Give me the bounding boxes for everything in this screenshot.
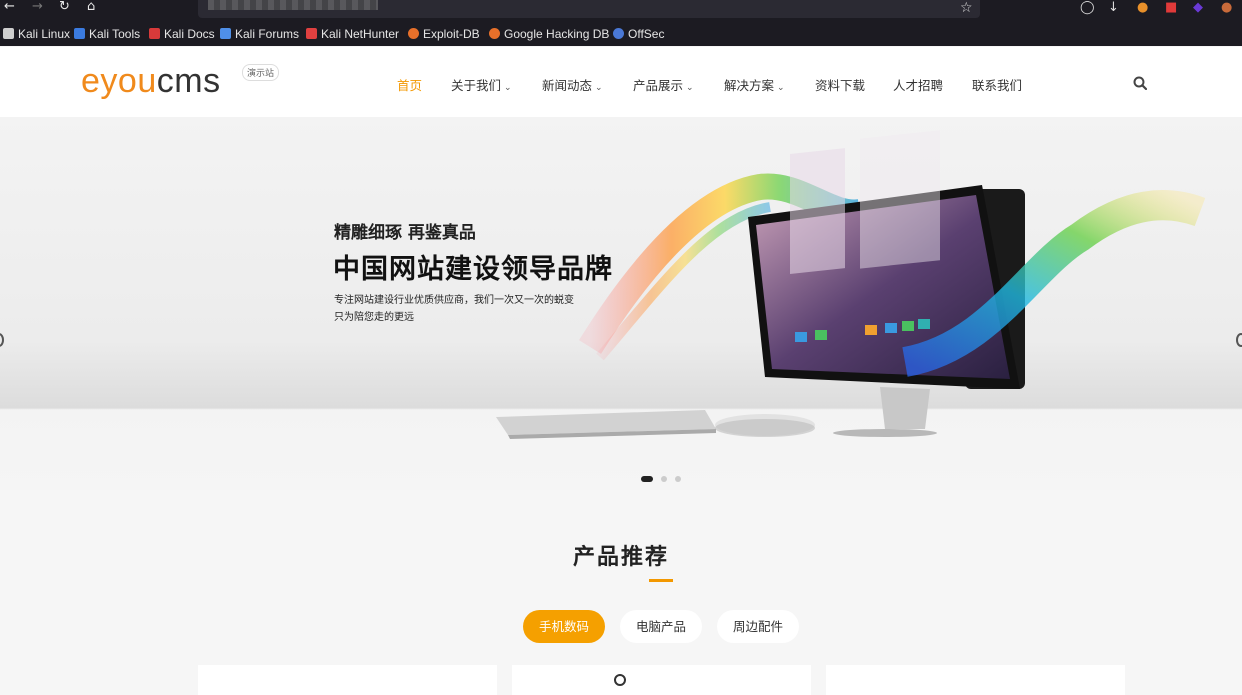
kali-dragon-icon (3, 28, 14, 39)
nav-item-products[interactable]: 产品展示 ⌄ (633, 75, 694, 94)
tab-mobile-digital[interactable]: 手机数码 (523, 610, 605, 643)
product-card[interactable] (826, 665, 1125, 695)
site-header: eyoucms 演示站 首页 关于我们 ⌄ 新闻动态 ⌄ 产品展示 ⌄ 解决方案 ⌄ 资… (0, 47, 1242, 117)
extension-icon[interactable]: ■ (1165, 0, 1177, 15)
slider-dot-2[interactable] (661, 476, 667, 482)
bookmark-kali-forums[interactable]: Kali Forums (220, 27, 299, 41)
reload-icon[interactable]: ↻ (59, 0, 70, 14)
tab-computer-products[interactable]: 电脑产品 (620, 610, 702, 643)
offsec-icon (613, 28, 624, 39)
hero-description: 专注网站建设行业优质供应商，我们一次又一次的蜕变 只为陪您走的更远 (334, 292, 574, 326)
logo-e: e (81, 62, 101, 100)
nav-item-home[interactable]: 首页 (397, 75, 422, 94)
forward-icon[interactable]: → (32, 0, 43, 14)
tab-accessories[interactable]: 周边配件 (717, 610, 799, 643)
firefox-account-icon[interactable]: ● (1137, 0, 1148, 15)
home-icon[interactable]: ⌂ (87, 0, 95, 14)
bookmark-label: Kali Docs (164, 27, 215, 41)
bookmark-kali-docs[interactable]: Kali Docs (149, 27, 215, 41)
pocket-icon[interactable]: ◯ (1080, 0, 1095, 15)
chevron-down-icon: ⌄ (595, 83, 603, 93)
search-icon (614, 674, 626, 686)
extension-purple-icon[interactable]: ◆ (1193, 0, 1203, 15)
nav-item-solutions[interactable]: 解决方案 ⌄ (724, 75, 785, 94)
hero-subtitle: 精雕细琢 再鉴真品 (334, 223, 476, 243)
logo-you: you (100, 62, 157, 100)
chevron-down-icon: ⌄ (686, 83, 694, 93)
bookmark-label: Kali Linux (18, 27, 71, 41)
slider-dot-1[interactable] (641, 476, 653, 482)
bookmark-kali-linux[interactable]: Kali Linux (3, 27, 70, 41)
chevron-down-icon: ⌄ (777, 83, 785, 93)
bookmark-offsec[interactable]: OffSec (613, 27, 664, 41)
nav-item-careers[interactable]: 人才招聘 (893, 75, 943, 94)
bookmark-label: Exploit-DB (423, 27, 480, 41)
nethunter-icon (306, 28, 317, 39)
bookmark-star-icon[interactable]: ☆ (960, 0, 973, 16)
kali-forums-icon (220, 28, 231, 39)
nav-label: 人才招聘 (893, 78, 944, 93)
nav-label: 关于我们 (451, 78, 502, 93)
nav-label: 资料下载 (815, 78, 866, 93)
site-logo[interactable]: eyoucms (81, 61, 221, 101)
nav-item-downloads[interactable]: 资料下载 (815, 75, 865, 94)
bookmark-label: Google Hacking DB (504, 27, 610, 41)
nav-label: 产品展示 (633, 78, 684, 93)
bookmarks-bar: Kali Linux Kali Tools Kali Docs Kali For… (0, 22, 1242, 46)
bookmark-label: Kali Tools (89, 27, 141, 41)
bookmark-label: OffSec (628, 27, 665, 41)
hero-banner: 精雕细琢 再鉴真品 中国网站建设领导品牌 专注网站建设行业优质供应商，我们一次又… (0, 117, 1242, 490)
slider-dot-3[interactable] (675, 476, 681, 482)
nav-label: 首页 (397, 78, 423, 93)
logo-cms: cms (156, 62, 221, 100)
nav-item-contact[interactable]: 联系我们 (972, 75, 1022, 94)
kali-docs-icon (149, 28, 160, 39)
bookmark-kali-nethunter[interactable]: Kali NetHunter (306, 27, 399, 41)
url-bar[interactable] (198, 0, 980, 18)
download-icon[interactable]: ↓ (1108, 0, 1119, 15)
products-section-title: 产品推荐 (572, 545, 669, 570)
url-text-blurred (208, 0, 378, 10)
bookmark-label: Kali Forums (235, 27, 300, 41)
bookmark-google-hacking-db[interactable]: Google Hacking DB (489, 27, 609, 41)
bookmark-exploit-db[interactable]: Exploit-DB (408, 27, 480, 41)
extension-cookie-icon[interactable]: ● (1221, 0, 1232, 15)
nav-item-about[interactable]: 关于我们 ⌄ (451, 75, 512, 94)
hero-illustration (496, 130, 1206, 439)
product-card[interactable] (512, 665, 811, 695)
hero-desc-line-2: 只为陪您走的更远 (334, 312, 414, 323)
exploit-db-icon (408, 28, 419, 39)
kali-tools-icon (74, 28, 85, 39)
ghdb-icon (489, 28, 500, 39)
nav-item-news[interactable]: 新闻动态 ⌄ (542, 75, 603, 94)
search-icon[interactable] (1133, 76, 1147, 90)
nav-label: 解决方案 (724, 78, 775, 93)
slider-next-arrow[interactable] (1236, 333, 1242, 347)
nav-label: 联系我们 (972, 78, 1023, 93)
section-title-underline (649, 579, 673, 582)
bookmark-label: Kali NetHunter (321, 27, 400, 41)
back-icon[interactable]: ← (4, 0, 15, 14)
bookmark-kali-tools[interactable]: Kali Tools (74, 27, 140, 41)
chevron-down-icon: ⌄ (504, 83, 512, 93)
product-card[interactable] (198, 665, 497, 695)
nav-label: 新闻动态 (542, 78, 593, 93)
browser-toolbar: ← → ↻ ⌂ ☆ ◯ ↓ ● ■ ◆ ● (0, 0, 1242, 22)
demo-badge: 演示站 (242, 64, 280, 81)
hero-title: 中国网站建设领导品牌 (333, 254, 613, 285)
hero-desc-line-1: 专注网站建设行业优质供应商，我们一次又一次的蜕变 (334, 295, 574, 306)
